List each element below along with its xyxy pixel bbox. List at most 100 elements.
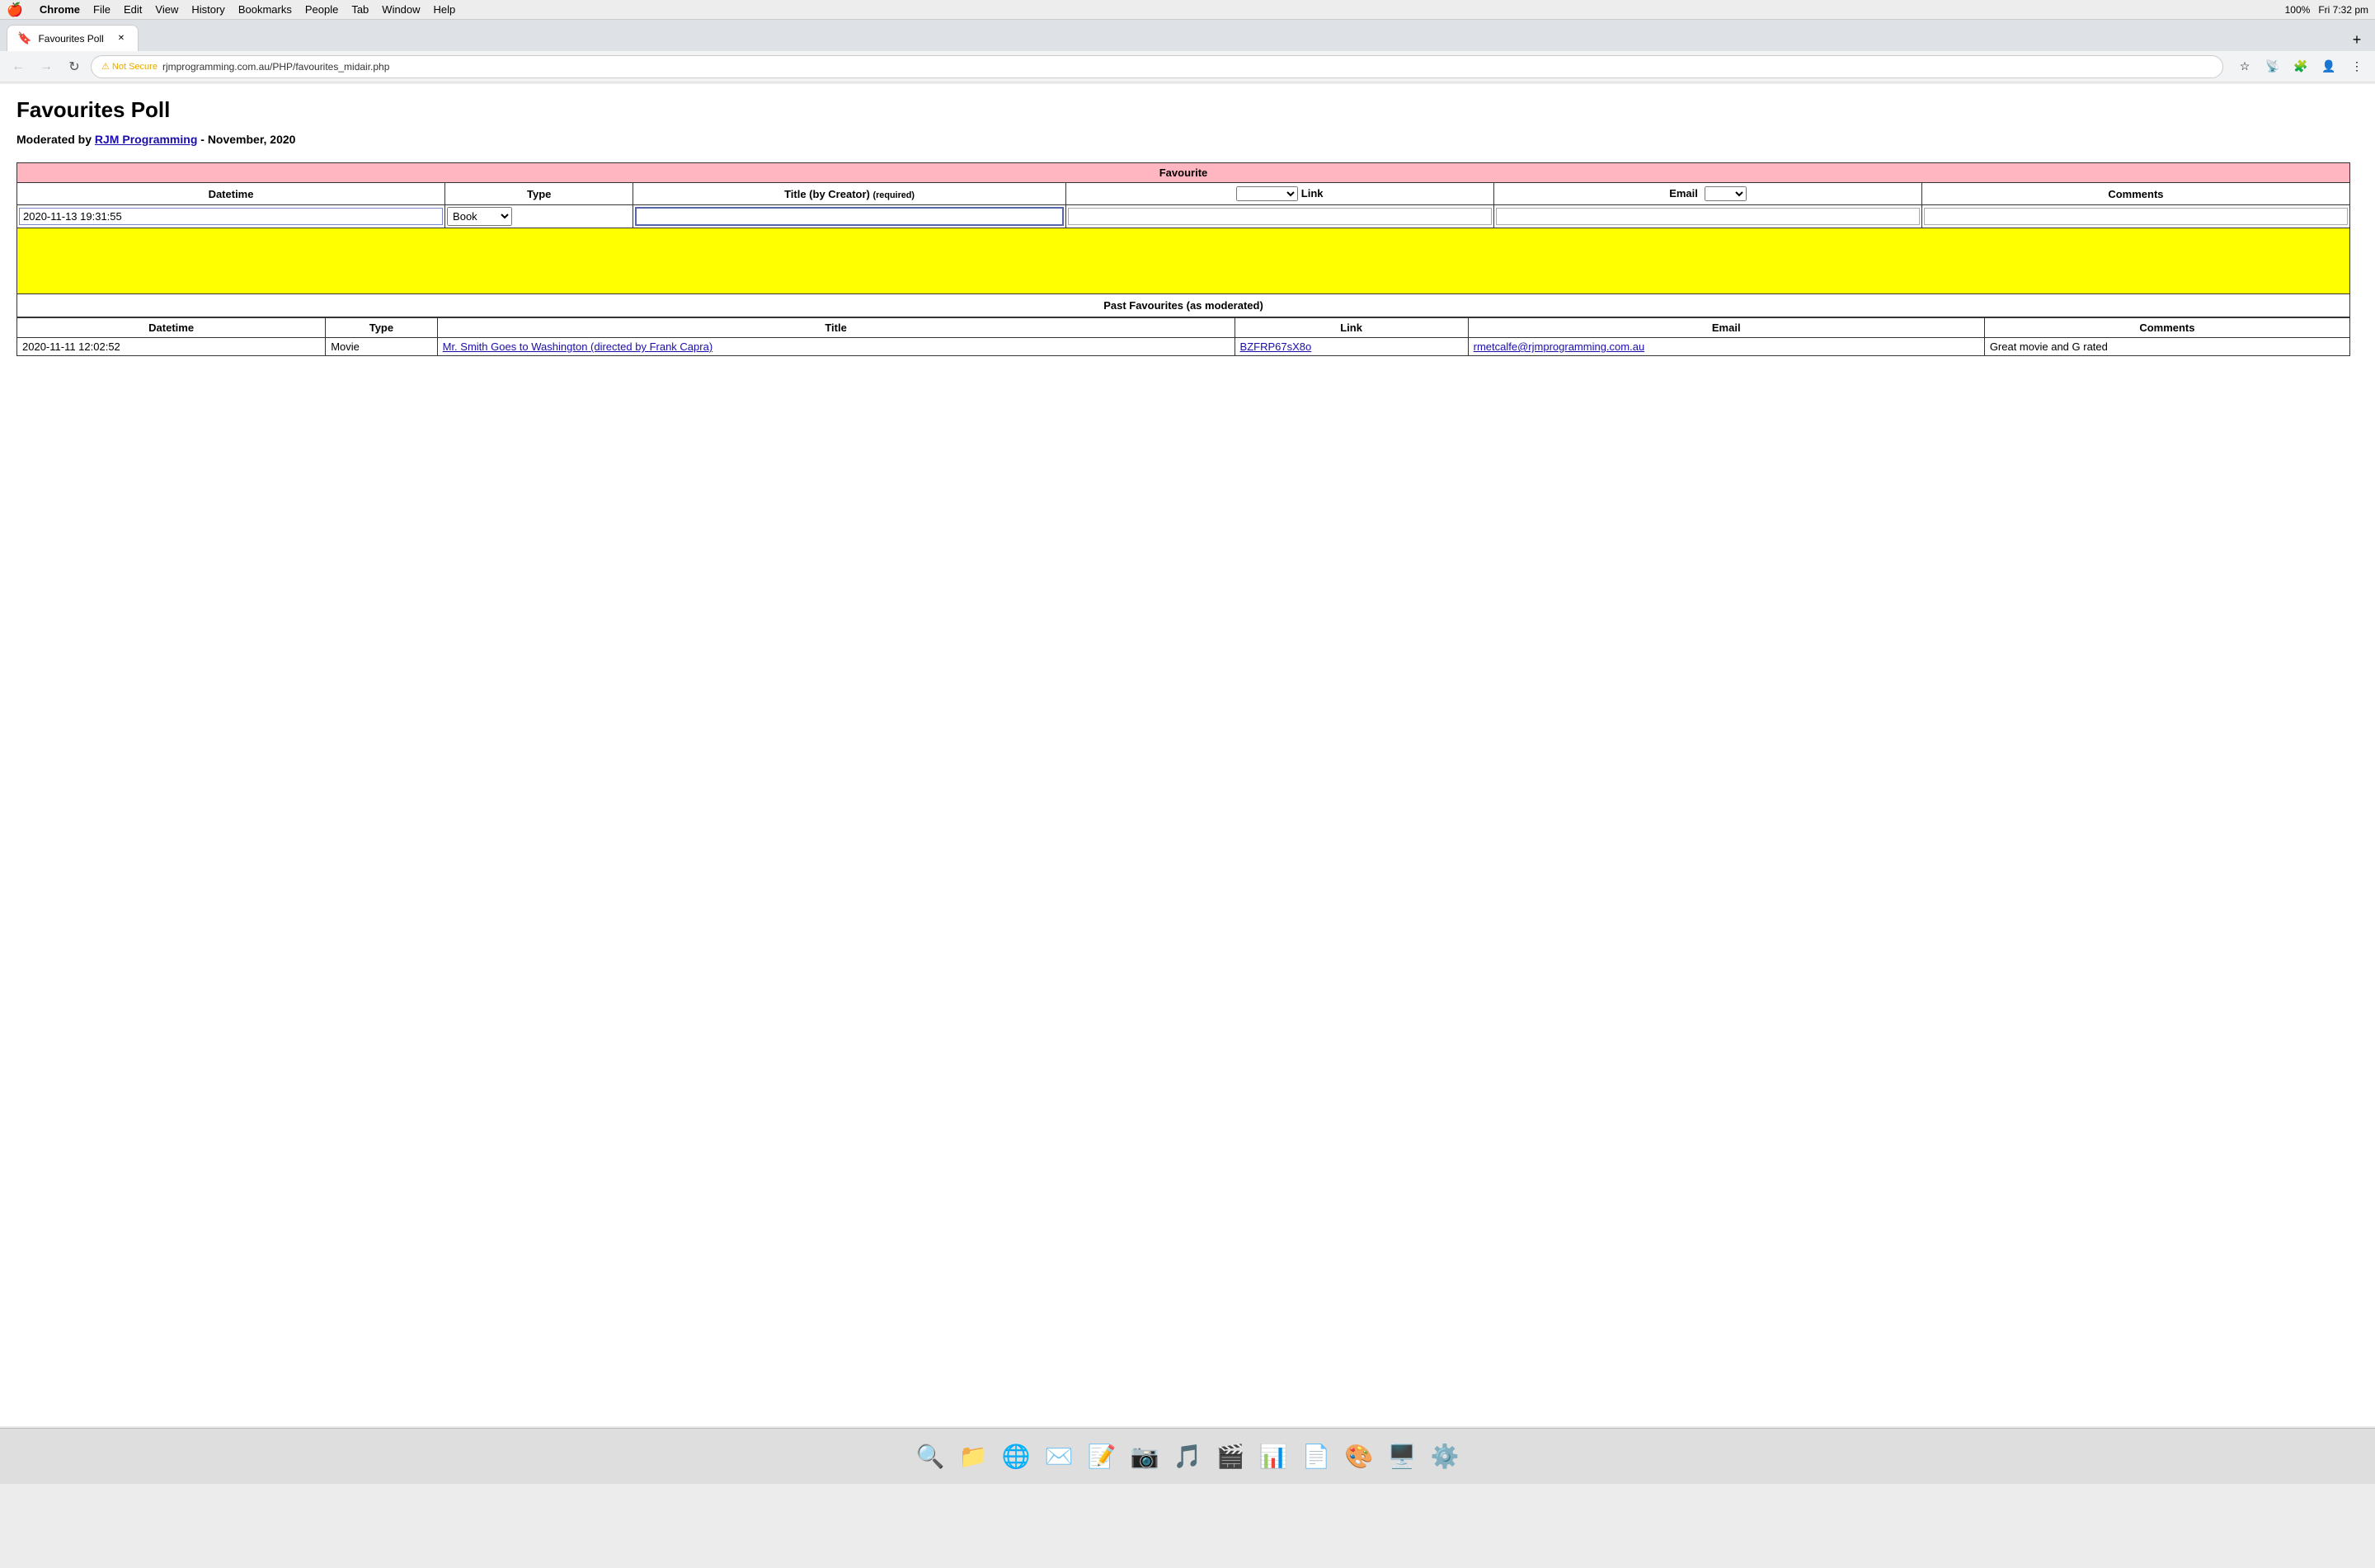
menu-people[interactable]: People <box>305 3 338 16</box>
menu-bookmarks[interactable]: Bookmarks <box>238 3 292 16</box>
chrome-cast-button[interactable]: 📡 <box>2261 55 2284 78</box>
menu-dots-button[interactable]: ⋮ <box>2345 55 2368 78</box>
reload-button[interactable]: ↻ <box>63 55 86 78</box>
past-favourites-table: Datetime Type Title Link Email Comments … <box>16 317 2350 356</box>
tab-favourites-poll[interactable]: 🔖 Favourites Poll ✕ <box>7 25 139 51</box>
col-comments: Comments <box>1921 183 2349 205</box>
battery-status: 100% <box>2285 4 2311 16</box>
past-col-datetime: Datetime <box>17 318 326 338</box>
menu-help[interactable]: Help <box>434 3 456 16</box>
subtitle-link[interactable]: RJM Programming <box>95 133 197 146</box>
email-type-select[interactable]: Send No <box>1705 186 1747 201</box>
menu-view[interactable]: View <box>155 3 178 16</box>
form-table: Favourite Datetime Type Title (by Creato… <box>16 162 2350 228</box>
past-col-type: Type <box>326 318 437 338</box>
tab-group: 🔖 Favourites Poll ✕ <box>7 25 2342 51</box>
subtitle-suffix: - November, 2020 <box>197 133 295 146</box>
forward-button[interactable]: → <box>35 55 58 78</box>
past-col-title: Title <box>437 318 1235 338</box>
past-row-link[interactable]: BZFRP67sX8o <box>1235 338 1468 356</box>
tab-title: Favourites Poll <box>38 33 108 45</box>
menubar-right: 100% Fri 7:32 pm <box>2285 4 2368 16</box>
tab-close-button[interactable]: ✕ <box>115 32 128 45</box>
dock-item-finder[interactable]: 🔍 <box>910 1437 950 1476</box>
clock: Fri 7:32 pm <box>2318 4 2368 16</box>
favourite-header-cell: Favourite <box>17 163 2350 183</box>
comments-input[interactable] <box>1924 208 2348 225</box>
address-bar-input[interactable]: ⚠ Not Secure rjmprogramming.com.au/PHP/f… <box>91 55 2223 78</box>
past-row-email[interactable]: rmetcalfe@rjmprogramming.com.au <box>1468 338 1984 356</box>
col-type: Type <box>445 183 633 205</box>
form-input-row: Book Movie Song TV Show <box>17 205 2350 228</box>
past-table-header-row: Datetime Type Title Link Email Comments <box>17 318 2350 338</box>
dock-item-photos[interactable]: 📷 <box>1125 1437 1164 1476</box>
form-header-row: Favourite <box>17 163 2350 183</box>
col-title-text: Title (by Creator) <box>784 188 870 200</box>
title-cell <box>633 205 1065 228</box>
email-input-cell <box>1493 205 1921 228</box>
menu-edit[interactable]: Edit <box>124 3 142 16</box>
bookmark-star-button[interactable]: ☆ <box>2233 55 2256 78</box>
email-label: Email <box>1669 187 1698 200</box>
dock-item-mail[interactable]: ✉️ <box>1039 1437 1079 1476</box>
comments-input-cell <box>1921 205 2349 228</box>
dock-item-chrome[interactable]: 🌐 <box>996 1437 1036 1476</box>
menu-file[interactable]: File <box>93 3 111 16</box>
dock-item-movies[interactable]: 🎬 <box>1211 1437 1250 1476</box>
page-title: Favourites Poll <box>16 97 2359 123</box>
past-col-email: Email <box>1468 318 1984 338</box>
dock-item-prefs[interactable]: ⚙️ <box>1425 1437 1465 1476</box>
extensions-button[interactable]: 🧩 <box>2289 55 2312 78</box>
email-input[interactable] <box>1496 208 1920 225</box>
datetime-input[interactable] <box>19 208 443 225</box>
menu-chrome[interactable]: Chrome <box>40 3 80 16</box>
datetime-cell <box>17 205 445 228</box>
back-button[interactable]: ← <box>7 55 30 78</box>
col-link: YouTube Wikipedia IMDB Link <box>1065 183 1493 205</box>
tab-bar: 🔖 Favourites Poll ✕ + <box>0 20 2375 51</box>
past-row-email-link[interactable]: rmetcalfe@rjmprogramming.com.au <box>1474 340 1645 353</box>
menu-history[interactable]: History <box>191 3 224 16</box>
past-row-title-link[interactable]: Mr. Smith Goes to Washington (directed b… <box>443 340 713 353</box>
past-favourites-header: Past Favourites (as moderated) <box>16 294 2350 317</box>
profile-button[interactable]: 👤 <box>2317 55 2340 78</box>
past-col-comments: Comments <box>1984 318 2349 338</box>
menubar: 🍎 Chrome File Edit View History Bookmark… <box>0 0 2375 20</box>
past-row-datetime: 2020-11-11 12:02:52 <box>17 338 326 356</box>
col-datetime: Datetime <box>17 183 445 205</box>
past-row-comments: Great movie and G rated <box>1984 338 2349 356</box>
yellow-area <box>16 228 2350 294</box>
subtitle-prefix: Moderated by <box>16 133 95 146</box>
menu-tab[interactable]: Tab <box>351 3 369 16</box>
form-column-headers: Datetime Type Title (by Creator) (requir… <box>17 183 2350 205</box>
dock: 🔍 📁 🌐 ✉️ 📝 📷 🎵 🎬 📊 📄 🎨 🖥️ ⚙️ <box>0 1428 2375 1484</box>
past-row-type: Movie <box>326 338 437 356</box>
col-title: Title (by Creator) (required) <box>633 183 1065 205</box>
menu-window[interactable]: Window <box>382 3 420 16</box>
link-type-select[interactable]: YouTube Wikipedia IMDB <box>1236 186 1298 201</box>
dock-item-music[interactable]: 🎵 <box>1168 1437 1207 1476</box>
dock-item-files[interactable]: 📁 <box>953 1437 993 1476</box>
url-text: rjmprogramming.com.au/PHP/favourites_mid… <box>162 61 2213 73</box>
dock-item-art[interactable]: 🎨 <box>1339 1437 1379 1476</box>
dock-item-notes[interactable]: 📝 <box>1082 1437 1122 1476</box>
col-title-required: (required) <box>872 190 915 200</box>
new-tab-button[interactable]: + <box>2345 28 2368 51</box>
link-label: Link <box>1301 187 1324 200</box>
tab-favicon-icon: 🔖 <box>17 31 31 45</box>
dock-item-pages[interactable]: 📄 <box>1296 1437 1336 1476</box>
col-email: Email Send No <box>1493 183 1921 205</box>
dock-item-numbers[interactable]: 📊 <box>1253 1437 1293 1476</box>
past-table-row: 2020-11-11 12:02:52Movie Mr. Smith Goes t… <box>17 338 2350 356</box>
past-col-link: Link <box>1235 318 1468 338</box>
address-bar-icons: ☆ 📡 🧩 👤 ⋮ <box>2233 55 2368 78</box>
past-row-link-link[interactable]: BZFRP67sX8o <box>1240 340 1312 353</box>
title-input[interactable] <box>635 207 1063 226</box>
page-content: Favourites Poll Moderated by RJM Program… <box>0 84 2375 1426</box>
link-input[interactable] <box>1068 208 1492 225</box>
dock-item-system[interactable]: 🖥️ <box>1382 1437 1422 1476</box>
security-warning-icon: ⚠ Not Secure <box>101 61 158 72</box>
apple-menu-icon[interactable]: 🍎 <box>7 2 23 18</box>
past-row-title[interactable]: Mr. Smith Goes to Washington (directed b… <box>437 338 1235 356</box>
type-select[interactable]: Book Movie Song TV Show <box>447 207 512 226</box>
